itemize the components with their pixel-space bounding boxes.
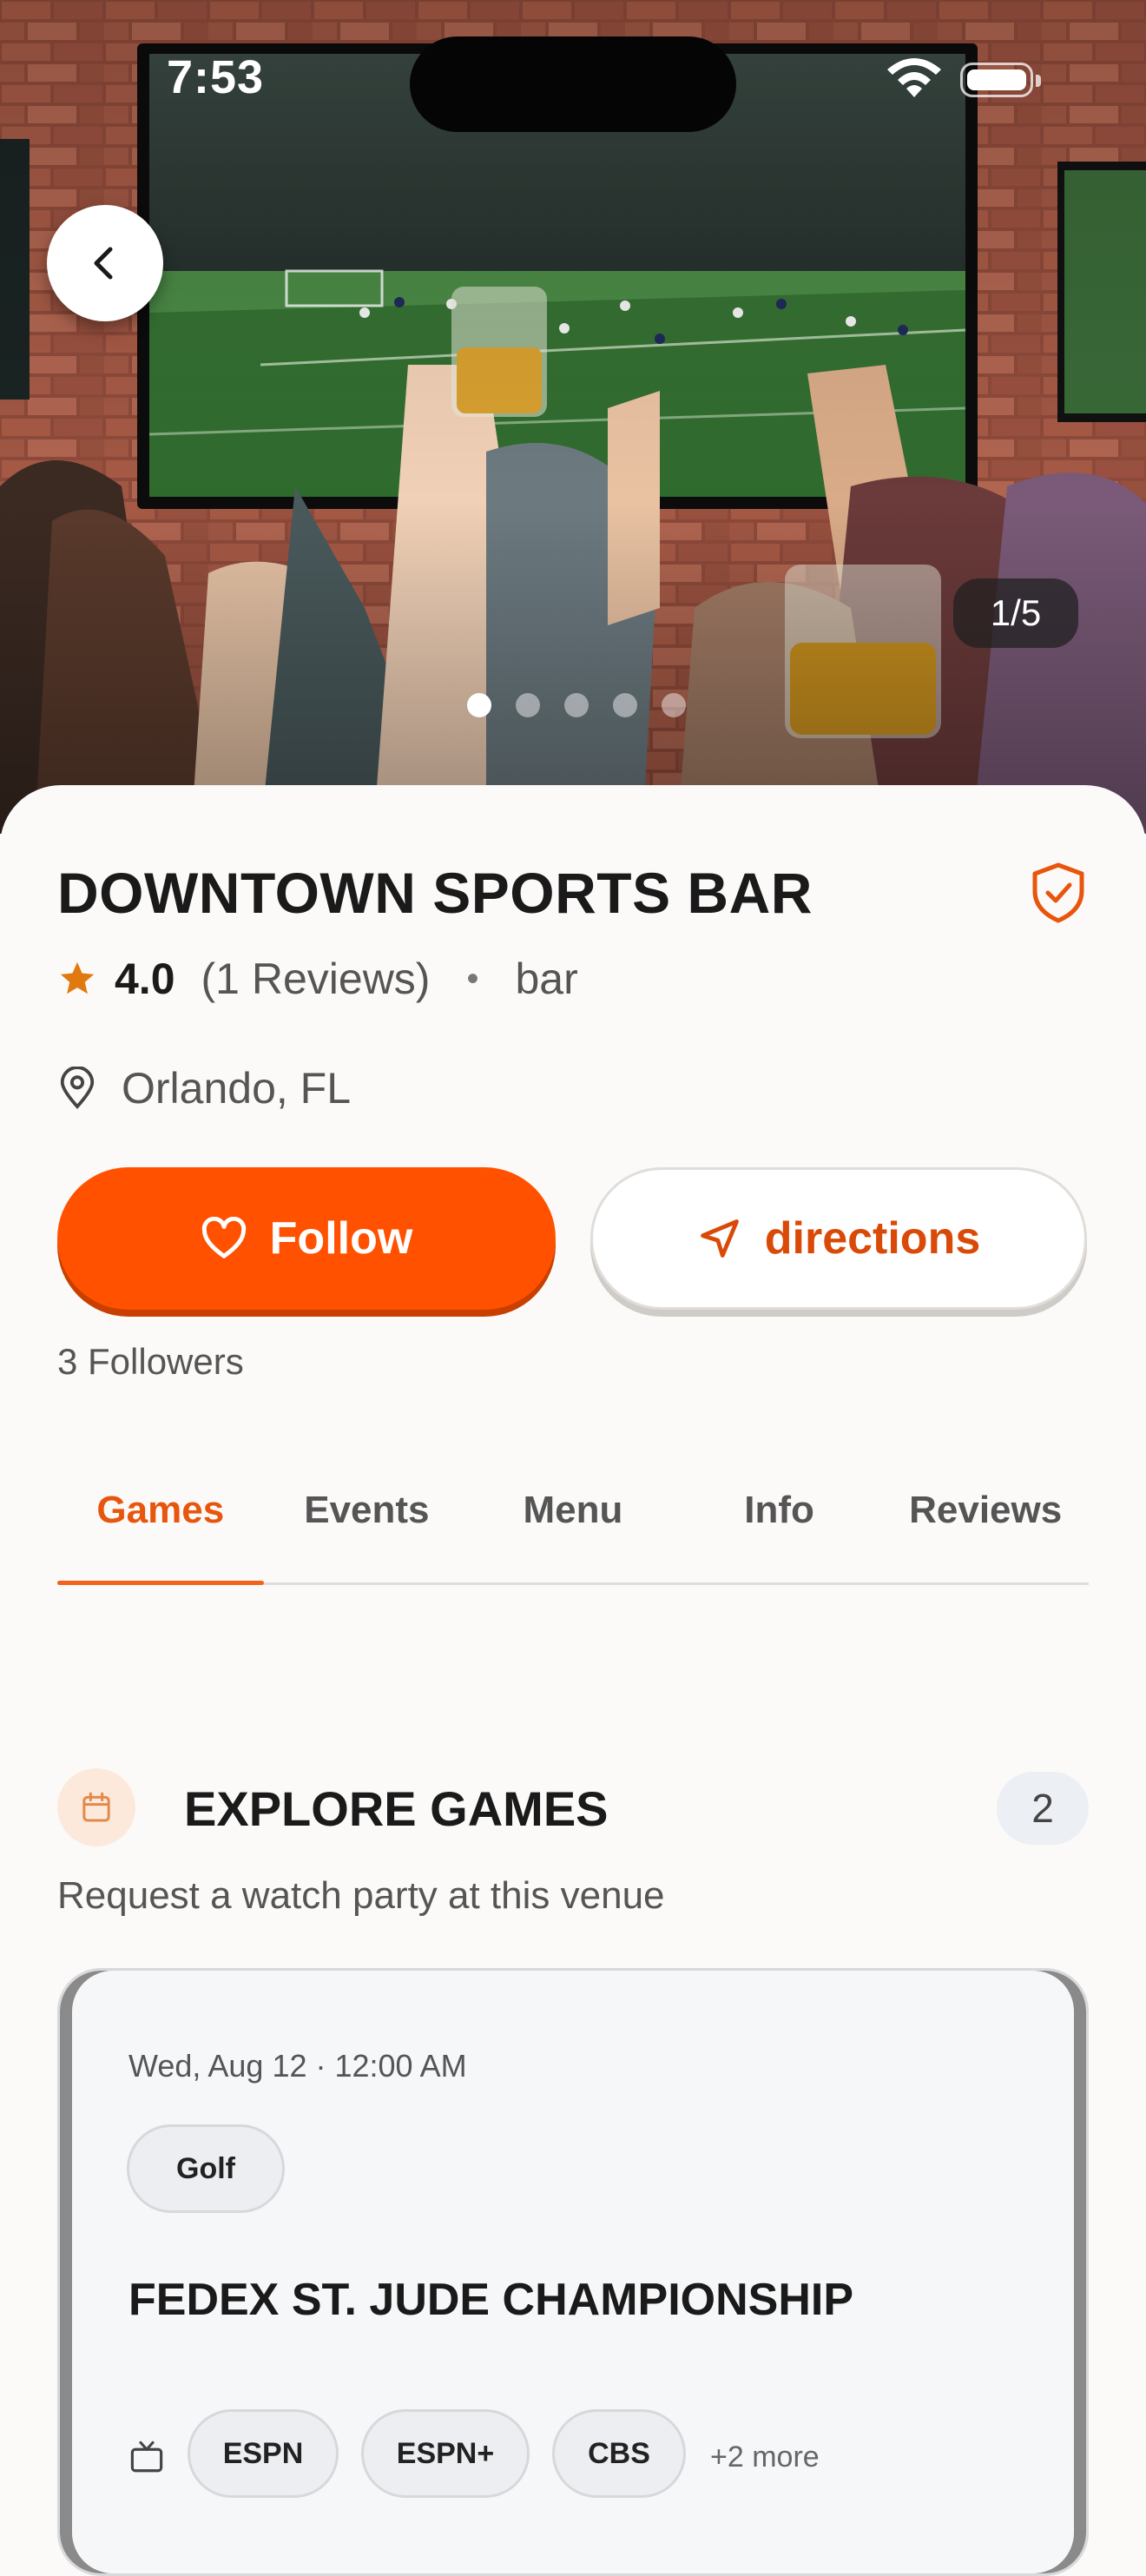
gallery-dot[interactable] xyxy=(516,693,540,717)
venue-name: DOWNTOWN SPORTS BAR xyxy=(57,861,813,925)
gallery-dot[interactable] xyxy=(467,693,491,717)
follow-button[interactable]: Follow xyxy=(57,1167,556,1310)
gallery-dot[interactable] xyxy=(564,693,589,717)
back-chevron-icon xyxy=(94,247,113,280)
wifi-icon xyxy=(887,58,941,97)
tab-games[interactable]: Games xyxy=(57,1476,264,1585)
status-time: 7:53 xyxy=(167,51,265,103)
venue-tabs: Games Events Menu Info Reviews xyxy=(57,1476,1089,1585)
directions-label: directions xyxy=(764,1213,981,1264)
location-pin-icon xyxy=(60,1067,95,1109)
gallery-dot[interactable] xyxy=(662,693,686,717)
tv-icon xyxy=(130,2441,163,2473)
channel-chip: ESPN xyxy=(188,2409,339,2498)
game-title: FEDEX ST. JUDE CHAMPIONSHIP xyxy=(128,2275,854,2325)
game-datetime: Wed, Aug 12 · 12:00 AM xyxy=(128,2048,467,2084)
navigation-arrow-icon xyxy=(700,1219,739,1258)
separator-dot: • xyxy=(466,959,479,998)
directions-button[interactable]: directions xyxy=(590,1167,1087,1310)
review-count[interactable]: (1 Reviews) xyxy=(201,954,431,1004)
section-icon xyxy=(57,1768,135,1846)
location-row: Orlando, FL xyxy=(57,1063,351,1113)
tab-menu[interactable]: Menu xyxy=(470,1476,676,1582)
tab-reviews[interactable]: Reviews xyxy=(882,1476,1089,1582)
more-channels[interactable]: +2 more xyxy=(710,2441,820,2474)
calendar-icon xyxy=(82,1792,110,1822)
sport-chip: Golf xyxy=(127,2124,285,2213)
status-bar: 7:53 xyxy=(0,0,1146,132)
followers-count[interactable]: 3 Followers xyxy=(57,1341,244,1383)
rating-score: 4.0 xyxy=(115,954,175,1003)
tab-events[interactable]: Events xyxy=(264,1476,471,1582)
channel-chip: CBS xyxy=(552,2409,686,2498)
battery-icon xyxy=(960,63,1041,97)
photo-counter: 1/5 xyxy=(953,578,1078,648)
games-count-badge: 2 xyxy=(997,1772,1089,1845)
gallery-dot[interactable] xyxy=(613,693,637,717)
gallery-pagination[interactable] xyxy=(467,693,686,717)
section-title: EXPLORE GAMES xyxy=(184,1781,609,1836)
tab-info[interactable]: Info xyxy=(676,1476,883,1582)
dynamic-island xyxy=(410,36,736,132)
verified-shield-icon[interactable] xyxy=(1030,862,1087,924)
channel-chip: ESPN+ xyxy=(361,2409,530,2498)
star-icon xyxy=(60,961,95,994)
venue-location: Orlando, FL xyxy=(122,1064,352,1113)
heart-icon xyxy=(201,1217,246,1258)
section-subtitle: Request a watch party at this venue xyxy=(57,1874,665,1917)
rating-row: 4.0 (1 Reviews) • bar xyxy=(57,954,578,1004)
follow-label: Follow xyxy=(269,1213,413,1264)
back-button[interactable] xyxy=(47,205,163,321)
venue-category: bar xyxy=(515,954,578,1003)
